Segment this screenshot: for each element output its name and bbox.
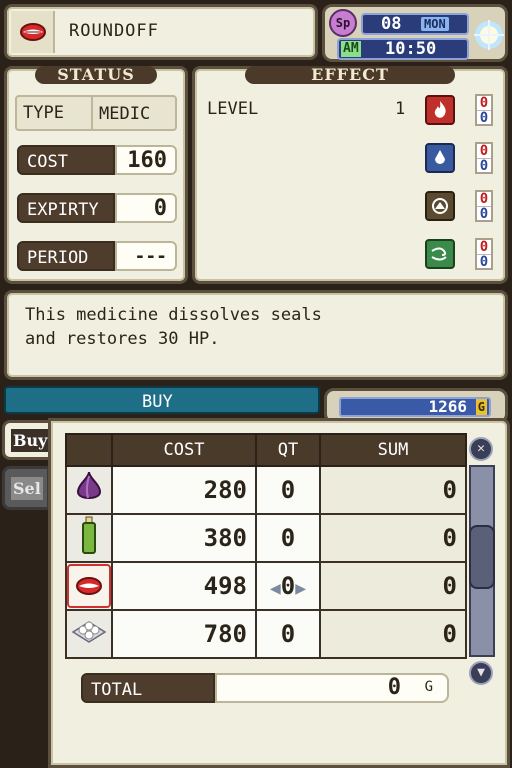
time-display: AM 10:50 bbox=[337, 38, 469, 60]
scrollbar-thumb[interactable] bbox=[469, 525, 495, 589]
tab-sell[interactable]: Sel bbox=[2, 466, 50, 510]
expiry-label: EXPIRTY bbox=[17, 193, 115, 223]
effect-header: EFFECT bbox=[245, 66, 455, 84]
type-label: TYPE bbox=[23, 103, 64, 123]
row-qt: 0 bbox=[255, 609, 321, 659]
description-line-2: and restores 30 HP. bbox=[25, 329, 220, 349]
weekday: MON bbox=[421, 17, 449, 31]
gold-unit: G bbox=[475, 399, 487, 415]
item-name-panel: ROUNDOFF bbox=[4, 4, 318, 60]
status-panel: STATUS TYPE MEDIC COST 160 EXPIRTY 0 PER… bbox=[4, 66, 188, 284]
level-value: 1 bbox=[395, 99, 406, 119]
row-cost: 380 bbox=[111, 513, 257, 563]
row-cost: 280 bbox=[111, 465, 257, 515]
buy-mode-label: BUY bbox=[142, 392, 173, 412]
qt-increase-arrow-icon[interactable]: ▶ bbox=[295, 578, 306, 599]
white-pills-icon bbox=[71, 621, 107, 643]
type-value: MEDIC bbox=[99, 104, 151, 124]
period-label: PERIOD bbox=[17, 241, 115, 271]
item-name: ROUNDOFF bbox=[69, 21, 159, 41]
water-element-icon bbox=[425, 143, 455, 173]
row-icon-cell bbox=[65, 465, 113, 515]
table-row-selected[interactable]: 498 ◀0▶ 0 bbox=[65, 561, 467, 611]
gold-inner: 1266 G bbox=[339, 397, 491, 417]
tab-buy-label: Buy bbox=[11, 429, 50, 452]
column-sum: SUM bbox=[319, 433, 467, 467]
qt-decrease-arrow-icon[interactable]: ◀ bbox=[270, 578, 281, 599]
tab-sell-label: Sel bbox=[11, 477, 43, 500]
clock-widget: Sp 08 MON AM 10:50 bbox=[322, 4, 508, 62]
day-number: 08 bbox=[381, 14, 402, 34]
cost-label: COST bbox=[17, 145, 115, 175]
lips-icon bbox=[20, 23, 46, 41]
date-display: 08 MON bbox=[361, 13, 469, 35]
fire-values: 00 bbox=[475, 94, 493, 126]
earth-values: 00 bbox=[475, 190, 493, 222]
total-label: TOTAL bbox=[81, 673, 215, 703]
wind-values: 00 bbox=[475, 238, 493, 270]
row-cost: 780 bbox=[111, 609, 257, 659]
type-divider bbox=[91, 97, 93, 129]
onion-icon bbox=[76, 471, 102, 499]
row-icon-cell bbox=[65, 513, 113, 563]
table-header: COST QT SUM bbox=[65, 433, 467, 467]
description-line-1: This medicine dissolves seals bbox=[25, 305, 322, 325]
description-panel: This medicine dissolves seals and restor… bbox=[4, 290, 508, 380]
row-icon-cell bbox=[65, 561, 113, 611]
row-sum: 0 bbox=[319, 465, 467, 515]
row-icon-cell bbox=[65, 609, 113, 659]
sp-badge: Sp bbox=[329, 9, 357, 37]
table-row[interactable]: 280 0 0 bbox=[65, 465, 467, 515]
total-field: 0 G bbox=[215, 673, 449, 703]
row-sum: 0 bbox=[319, 513, 467, 563]
wind-element-icon bbox=[425, 239, 455, 269]
level-label: LEVEL bbox=[207, 99, 259, 119]
cost-value: 160 bbox=[115, 145, 177, 175]
water-values: 00 bbox=[475, 142, 493, 174]
row-sum: 0 bbox=[319, 561, 467, 611]
green-bottle-icon bbox=[82, 516, 96, 554]
effect-panel: EFFECT LEVEL 1 00 00 00 00 bbox=[192, 66, 508, 284]
type-row: TYPE MEDIC bbox=[15, 95, 177, 131]
earth-element-icon bbox=[425, 191, 455, 221]
row-qt: 0 bbox=[280, 572, 296, 600]
sun-icon bbox=[474, 20, 504, 50]
tab-buy[interactable]: Buy bbox=[2, 420, 50, 460]
ampm: AM bbox=[341, 41, 361, 57]
table-row[interactable]: 780 0 0 bbox=[65, 609, 467, 659]
row-qt: 0 bbox=[255, 513, 321, 563]
status-header: STATUS bbox=[35, 66, 157, 84]
table-row[interactable]: 380 0 0 bbox=[65, 513, 467, 563]
row-sum: 0 bbox=[319, 609, 467, 659]
buy-mode-bar: BUY bbox=[4, 386, 320, 414]
selection-frame bbox=[67, 564, 111, 608]
period-value: --- bbox=[115, 241, 177, 271]
shop-table: COST QT SUM 280 0 0 380 0 0 498 ◀0▶ 0 78… bbox=[65, 433, 467, 659]
column-qt: QT bbox=[255, 433, 321, 467]
time: 10:50 bbox=[385, 39, 437, 59]
expiry-value: 0 bbox=[115, 193, 177, 223]
lips-icon bbox=[76, 577, 102, 595]
icon-column-header bbox=[65, 433, 113, 467]
column-cost: COST bbox=[111, 433, 257, 467]
gold-amount: 1266 bbox=[428, 397, 467, 416]
close-button[interactable]: ✕ bbox=[469, 437, 493, 461]
row-cost: 498 bbox=[111, 561, 257, 611]
item-icon-frame bbox=[11, 11, 55, 53]
total-value: 0 bbox=[387, 675, 401, 700]
scroll-down-button[interactable]: ▼ bbox=[469, 661, 493, 685]
fire-element-icon bbox=[425, 95, 455, 125]
total-unit: G bbox=[424, 679, 433, 695]
row-qt: 0 bbox=[255, 465, 321, 515]
shop-panel: COST QT SUM 280 0 0 380 0 0 498 ◀0▶ 0 78… bbox=[48, 418, 510, 768]
row-qt-stepper[interactable]: ◀0▶ bbox=[255, 561, 321, 611]
